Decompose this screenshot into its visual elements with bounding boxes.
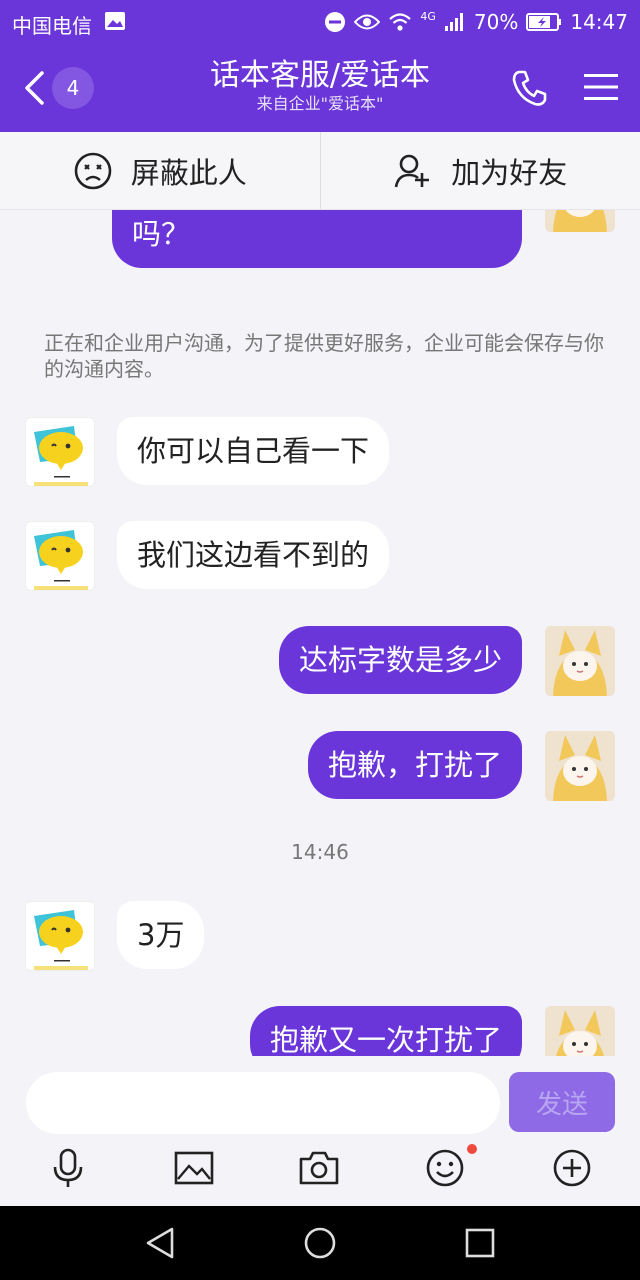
cat-avatar-image xyxy=(545,731,615,801)
cat-avatar-image xyxy=(545,1006,615,1056)
cat-avatar-image xyxy=(545,210,615,232)
battery-icon xyxy=(526,13,562,31)
status-bar: 中国电信 4G 70% 14:47 xyxy=(0,0,640,44)
user-avatar[interactable] xyxy=(545,210,615,232)
chevron-left-icon xyxy=(25,71,44,105)
chat-bubble-logo-icon xyxy=(26,902,94,970)
service-avatar[interactable] xyxy=(25,417,95,487)
user-avatar[interactable] xyxy=(545,731,615,801)
message-input[interactable] xyxy=(26,1072,500,1134)
chat-bubble-logo-icon xyxy=(26,522,94,590)
microphone-icon[interactable] xyxy=(48,1148,88,1188)
message-bubble-incoming[interactable]: 我们这边看不到的 xyxy=(117,521,390,589)
clock: 14:47 xyxy=(570,10,628,34)
battery-percent: 70% xyxy=(473,10,519,34)
system-back-icon[interactable] xyxy=(144,1226,176,1260)
chat-subtitle: 来自企业"爱话本" xyxy=(256,94,384,113)
back-button[interactable]: 4 xyxy=(22,64,94,112)
message-bubble-outgoing[interactable]: 达标字数是多少 xyxy=(278,626,522,694)
system-recents-icon[interactable] xyxy=(464,1226,496,1260)
service-avatar[interactable] xyxy=(25,521,95,591)
chat-title: 话本客服/爱话本 xyxy=(209,58,431,93)
emoji-icon[interactable] xyxy=(425,1148,465,1188)
sad-face-icon xyxy=(74,152,112,189)
contact-action-bar: 屏蔽此人 加为好友 xyxy=(0,132,640,210)
image-icon[interactable] xyxy=(174,1148,214,1188)
system-home-icon[interactable] xyxy=(303,1226,337,1260)
menu-icon[interactable] xyxy=(584,72,618,102)
camera-icon[interactable] xyxy=(299,1148,339,1188)
plus-icon[interactable] xyxy=(552,1148,592,1188)
message-timestamp: 14:46 xyxy=(291,840,349,864)
privacy-notice: 正在和企业用户沟通，为了提供更好服务，企业可能会保存与你的沟通内容。 xyxy=(44,331,604,381)
user-avatar[interactable] xyxy=(545,1006,615,1056)
block-user-label: 屏蔽此人 xyxy=(130,155,247,190)
unread-count-badge: 4 xyxy=(52,67,94,109)
message-bubble-incoming[interactable]: 3万 xyxy=(117,901,205,969)
cat-avatar-image xyxy=(545,626,615,696)
wifi-icon xyxy=(389,13,412,31)
carrier-name: 中国电信 xyxy=(12,14,92,38)
message-bubble-outgoing[interactable]: 请问一下，我的书字数够吗？ xyxy=(112,210,522,268)
phone-call-icon[interactable] xyxy=(510,68,548,108)
block-user-button[interactable]: 屏蔽此人 xyxy=(0,132,320,209)
message-bubble-incoming[interactable]: 你可以自己看一下 xyxy=(117,417,390,485)
add-user-icon xyxy=(394,154,430,187)
chat-bubble-logo-icon xyxy=(26,418,94,486)
chat-title-block: 话本客服/爱话本 来自企业"爱话本" xyxy=(120,58,520,114)
system-navigation-bar xyxy=(0,1206,640,1280)
chat-header: 4 话本客服/爱话本 来自企业"爱话本" xyxy=(0,44,640,132)
network-type: 4G xyxy=(420,10,436,23)
message-bubble-outgoing[interactable]: 抱歉，打扰了 xyxy=(307,731,522,799)
emoji-new-dot xyxy=(467,1144,477,1154)
composer-toolbar xyxy=(0,1144,640,1198)
gallery-notification-icon xyxy=(105,12,125,30)
signal-icon xyxy=(444,13,463,31)
message-list[interactable]: 请问一下，我的书字数够吗？ 正在和企业用户沟通，为了提供更好服务，企业可能会保存… xyxy=(0,210,640,1056)
user-avatar[interactable] xyxy=(545,626,615,696)
service-avatar[interactable] xyxy=(25,901,95,971)
add-friend-label: 加为好友 xyxy=(451,155,568,190)
dnd-icon xyxy=(325,12,346,32)
eye-icon xyxy=(354,14,381,30)
add-friend-button[interactable]: 加为好友 xyxy=(319,132,640,209)
message-bubble-outgoing[interactable]: 抱歉又一次打扰了 xyxy=(249,1006,522,1056)
send-button[interactable]: 发送 xyxy=(509,1072,615,1132)
composer: 发送 xyxy=(0,1056,640,1206)
